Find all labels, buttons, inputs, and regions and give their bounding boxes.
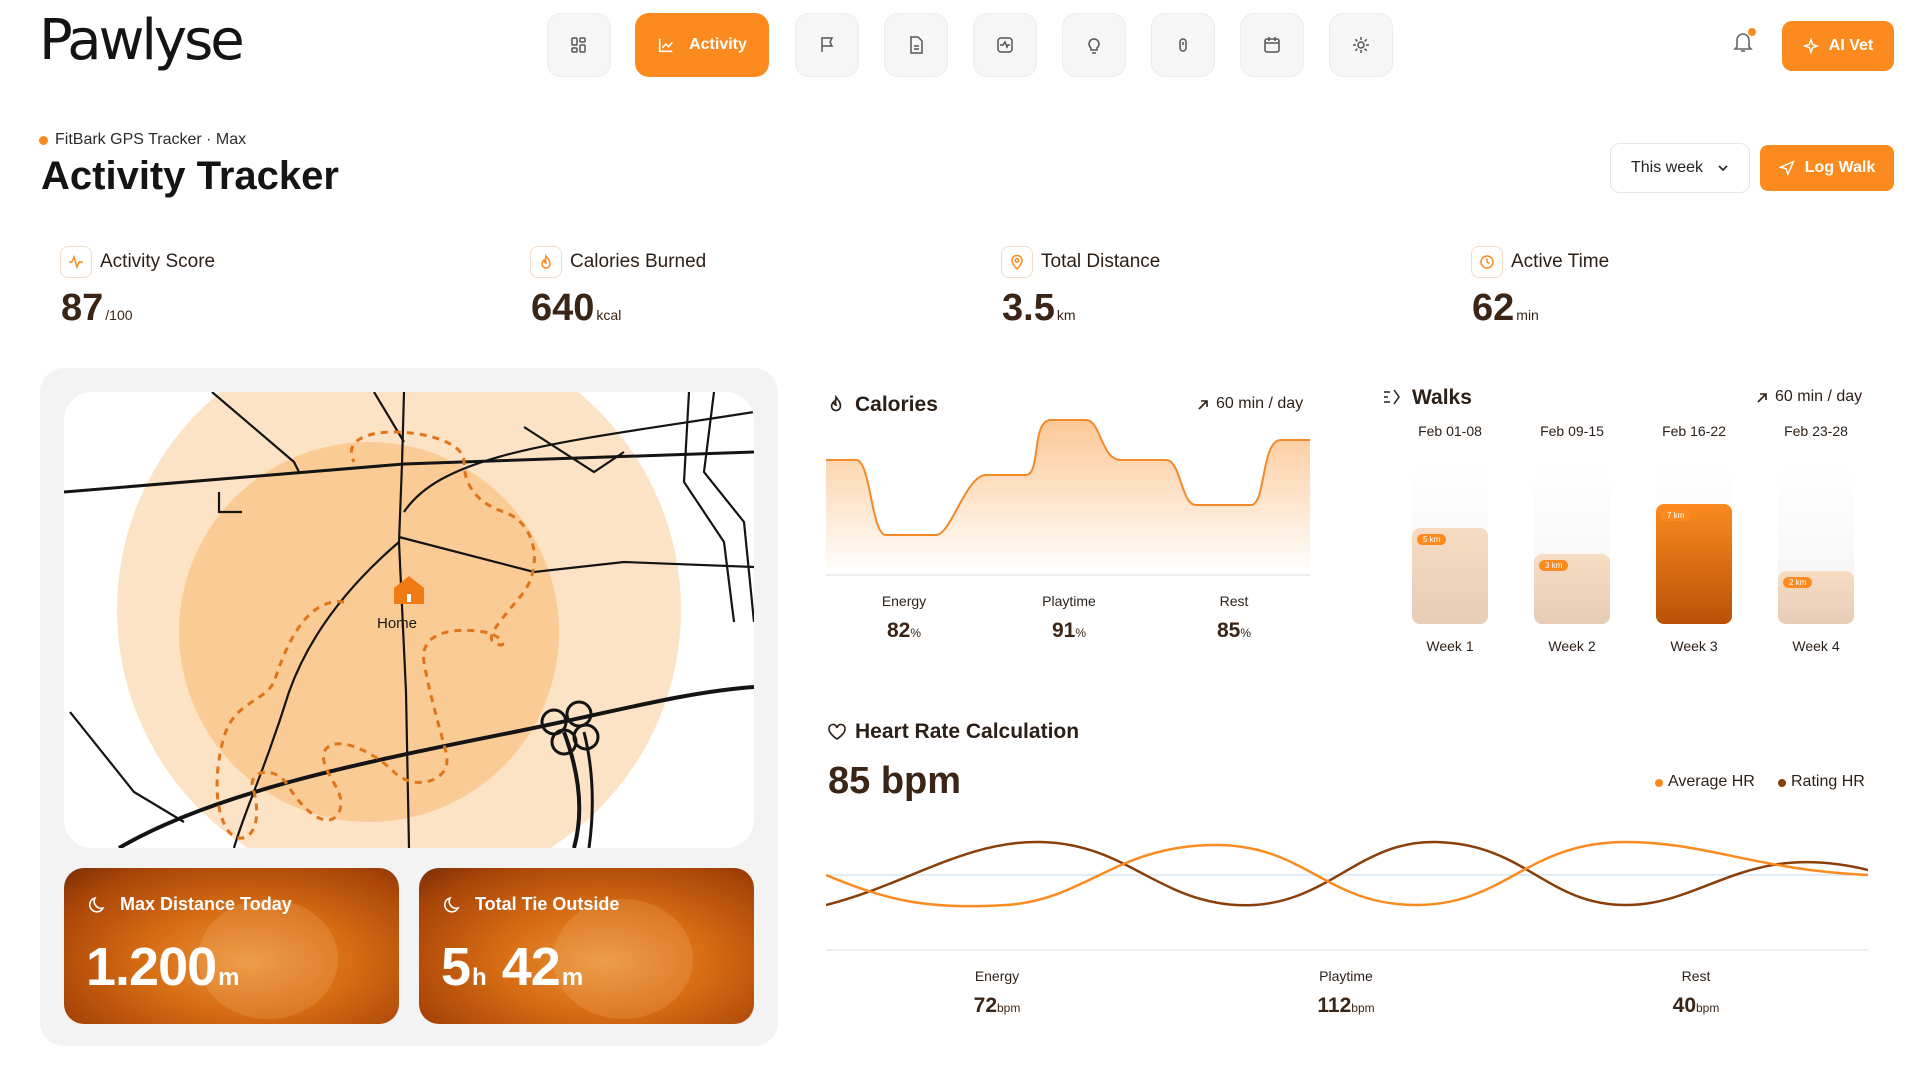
calories-area-chart — [826, 419, 1310, 576]
walks-title: Walks — [1412, 386, 1472, 409]
chart-line-icon — [658, 38, 674, 53]
heart-energy-value: 72bpm — [973, 994, 1021, 1017]
nav-activity-button[interactable]: Activity — [635, 13, 769, 77]
pulse-monitor-icon — [997, 37, 1013, 53]
walk-tag-2: 3 km — [1539, 560, 1569, 571]
walk-week-1: Week 1 — [1426, 638, 1474, 654]
total-time-outside-card: Total Tie Outside 5h 42m — [419, 868, 754, 1024]
walk-tag-3: 7 km — [1661, 510, 1691, 521]
heart-rest-label: Rest — [1681, 968, 1711, 984]
walk-tag-4: 2 km — [1783, 577, 1813, 588]
calories-goal: 60 min / day — [1216, 395, 1304, 412]
calendar-icon — [1264, 37, 1280, 53]
arrow-up-right-icon — [1198, 400, 1208, 410]
total-distance-value: 3.5 km — [1002, 287, 1076, 329]
active-time-value: 62 min — [1472, 287, 1539, 329]
heart-rate-title: Heart Rate Calculation — [855, 720, 1080, 743]
document-icon — [910, 36, 923, 54]
heart-playtime-label: Playtime — [1319, 968, 1373, 984]
page-title: Activity Tracker — [41, 154, 339, 198]
walk-tag-1: 5 km — [1417, 534, 1447, 545]
clock-icon — [1471, 246, 1503, 278]
total-time-outside-value: 5h 42m — [441, 937, 583, 997]
walks-goal: 60 min / day — [1775, 388, 1863, 405]
walk-week-3: Week 3 — [1670, 638, 1718, 654]
flag-icon — [821, 37, 834, 52]
gear-icon — [1353, 37, 1369, 53]
walk-date-3: Feb 16-22 — [1662, 423, 1726, 439]
active-time-label: Active Time — [1511, 251, 1610, 272]
calories-title: Calories — [855, 393, 938, 416]
lightbulb-icon — [1088, 38, 1100, 54]
home-label: Home — [377, 615, 418, 632]
week-select[interactable]: This week — [1610, 143, 1750, 193]
total-time-outside-label: Total Tie Outside — [475, 894, 620, 914]
activity-score-value: 87/100 — [61, 287, 133, 329]
nav-goals-button[interactable] — [795, 13, 859, 77]
app-logo[interactable]: Pawlyse — [39, 8, 245, 73]
heart-rest-value: 40bpm — [1672, 994, 1720, 1017]
tracker-device-icon — [1179, 38, 1187, 52]
total-distance-label: Total Distance — [1041, 251, 1161, 272]
nav-tracker-button[interactable] — [1151, 13, 1215, 77]
navigation-arrow-icon — [1778, 160, 1795, 176]
walking-icon — [1384, 389, 1400, 405]
heart-rate-wave-chart — [826, 840, 1868, 951]
calories-rest-value: 85% — [1216, 619, 1252, 642]
walk-bar-3[interactable] — [1656, 504, 1732, 624]
calories-energy-label: Energy — [881, 593, 927, 609]
activity-score-icon — [60, 246, 92, 278]
moon-icon — [89, 896, 105, 913]
walk-week-4: Week 4 — [1792, 638, 1840, 654]
flame-icon — [830, 395, 842, 412]
walk-date-1: Feb 01-08 — [1418, 423, 1482, 439]
max-distance-value: 1.200m — [86, 937, 240, 997]
nav-dashboard-button[interactable] — [547, 13, 611, 77]
max-distance-label: Max Distance Today — [120, 894, 292, 914]
legend-average-dot — [1655, 779, 1663, 787]
heart-icon — [828, 723, 846, 740]
nav-activity-label: Activity — [689, 36, 747, 53]
calories-playtime-value: 91% — [1051, 619, 1087, 642]
chevron-down-icon — [1718, 165, 1728, 172]
nav-tips-button[interactable] — [1062, 13, 1126, 77]
map-range-inner — [179, 442, 559, 822]
nav-calendar-button[interactable] — [1240, 13, 1304, 77]
heart-playtime-value: 112bpm — [1317, 994, 1375, 1017]
activity-score-label: Activity Score — [100, 251, 216, 272]
tracker-status-dot — [39, 136, 48, 145]
walk-route-map[interactable]: Home — [64, 392, 754, 848]
ai-vet-label: AI Vet — [1828, 37, 1874, 54]
grid-icon — [571, 37, 586, 53]
calories-flame-icon — [530, 246, 562, 278]
sparkle-icon — [1802, 38, 1819, 54]
legend-rating-label: Rating HR — [1791, 773, 1865, 790]
heart-rate-value: 85 bpm — [828, 760, 962, 802]
log-walk-label: Log Walk — [1804, 159, 1876, 176]
moon-icon — [444, 896, 460, 913]
notification-dot — [1748, 28, 1756, 36]
walk-week-2: Week 2 — [1548, 638, 1596, 654]
calories-burned-label: Calories Burned — [570, 251, 707, 272]
legend-average-label: Average HR — [1668, 773, 1755, 790]
tracker-subtitle: FitBark GPS Tracker · Max — [55, 131, 247, 148]
ai-vet-button[interactable]: AI Vet — [1782, 21, 1894, 71]
week-select-value: This week — [1630, 159, 1704, 176]
arrow-up-right-icon — [1757, 393, 1767, 403]
walk-date-2: Feb 09-15 — [1540, 423, 1604, 439]
average-hr-line — [826, 840, 1868, 908]
legend-rating-dot — [1778, 779, 1786, 787]
nav-health-button[interactable] — [973, 13, 1037, 77]
nav-records-button[interactable] — [884, 13, 948, 77]
heart-energy-label: Energy — [974, 968, 1020, 984]
calories-playtime-label: Playtime — [1042, 593, 1096, 609]
calories-energy-value: 82% — [886, 619, 922, 642]
nav-settings-button[interactable] — [1329, 13, 1393, 77]
walk-date-4: Feb 23-28 — [1784, 423, 1848, 439]
log-walk-button[interactable]: Log Walk — [1760, 145, 1894, 191]
location-pin-icon — [1001, 246, 1033, 278]
calories-burned-value: 640 kcal — [531, 287, 622, 329]
max-distance-card: Max Distance Today 1.200m — [64, 868, 399, 1024]
calories-rest-label: Rest — [1219, 593, 1249, 609]
